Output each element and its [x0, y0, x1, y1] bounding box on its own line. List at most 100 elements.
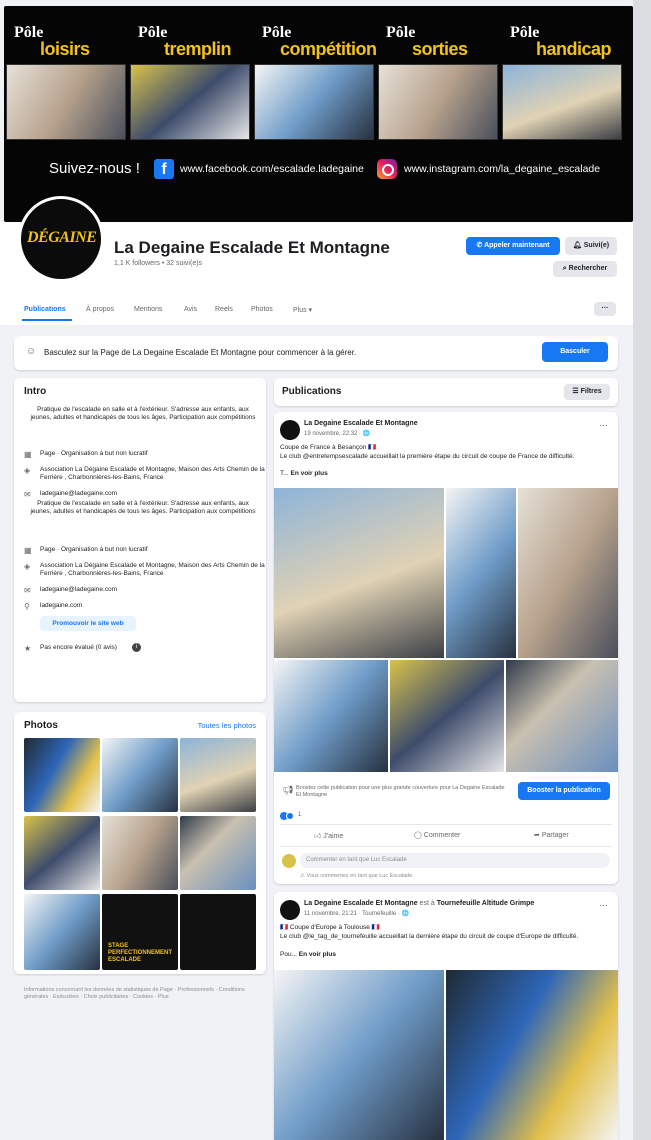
post-line-2: Le club @entretempsescalade accueillait … [280, 453, 575, 460]
email-text: ladegaine@ladegaine.com [40, 490, 118, 497]
flag-icon: ▦ [24, 450, 32, 459]
post-date[interactable]: 19 novembre, 22:32 · 🌐 [304, 430, 370, 437]
boost-button[interactable]: Booster la publication [518, 782, 610, 800]
photos-card: Photos Toutes les photos STAGE PERFECTIO… [14, 712, 266, 974]
link-icon: ⚲ [24, 602, 30, 611]
photo-thumbnail[interactable] [180, 816, 256, 890]
cover-photo[interactable]: Pôle loisirs Pôle tremplin Pôle compétition… [4, 6, 633, 222]
post-card: La Degaine Escalade Et Montagne est à To… [274, 892, 618, 1140]
instagram-icon [377, 159, 397, 179]
share-icon: ➦ [534, 832, 542, 839]
photo-thumbnail[interactable] [24, 816, 100, 890]
post-photo[interactable] [390, 660, 504, 772]
commenter-warning: ⚠ Vous commentez en tant que Luc Escalad… [300, 873, 414, 879]
avatar[interactable]: DÉGAINE [18, 196, 104, 282]
switch-icon: ☺ [26, 346, 37, 357]
tab-mentions[interactable]: Mentions [134, 306, 162, 313]
pole-competition: Pôle compétition [254, 18, 377, 140]
stage-caption: STAGE PERFECTIONNEMENT ESCALADE [108, 943, 173, 963]
post-menu-icon[interactable]: ··· [599, 420, 608, 430]
post-photo[interactable] [446, 970, 618, 1140]
pole-photo [502, 64, 622, 140]
tab-reviews[interactable]: Avis [184, 306, 197, 313]
comment-button[interactable]: ◯ Commenter [414, 831, 460, 839]
tab-publications[interactable]: Publications [24, 306, 66, 313]
call-button[interactable]: ✆ Appeler maintenant [466, 237, 560, 255]
pole-name: sorties [412, 39, 468, 59]
post-date[interactable]: 11 novembre, 21:21 · Tournefeuille · 🌐 [304, 910, 409, 917]
switch-button[interactable]: Basculer [542, 342, 608, 362]
pole-handicap: Pôle handicap [502, 18, 622, 140]
post-place[interactable]: Tournefeuille Altitude Grimpe [437, 900, 535, 907]
address-text: Association La Dégaine Escalade et Monta… [40, 466, 265, 482]
post-photo[interactable] [274, 488, 444, 658]
post-avatar[interactable] [280, 900, 300, 920]
photo-thumbnail[interactable]: STAGE PERFECTIONNEMENT ESCALADE [102, 894, 178, 970]
page-stats[interactable]: 1,1 K followers • 32 suivi(e)s [114, 260, 202, 267]
post-truncated: Pou... [280, 951, 297, 958]
photo-thumbnail[interactable] [24, 738, 100, 812]
like-button[interactable]: 👍︎ J'aime [314, 831, 343, 840]
tab-photos[interactable]: Photos [251, 306, 273, 313]
post-photo[interactable] [518, 488, 618, 658]
reactions[interactable] [280, 812, 296, 820]
tab-reels[interactable]: Reels [215, 306, 233, 313]
all-photos-link[interactable]: Toutes les photos [198, 721, 256, 730]
post-photo[interactable] [274, 970, 444, 1140]
photo-thumbnail[interactable] [180, 738, 256, 812]
like-label: J'aime [323, 833, 344, 840]
photo-thumbnail[interactable] [180, 894, 256, 970]
post-menu-icon[interactable]: ··· [599, 900, 608, 910]
post-truncated: T... [280, 470, 289, 477]
commenter-avatar[interactable] [282, 854, 296, 868]
search-button[interactable]: ⌕ Rechercher [553, 261, 617, 277]
filters-button[interactable]: ☰ Filtres [564, 384, 610, 400]
mail-icon: ✉ [24, 586, 31, 595]
post-avatar[interactable] [280, 420, 300, 440]
photo-thumbnail[interactable] [102, 816, 178, 890]
reaction-count[interactable]: 1 [298, 812, 301, 818]
page-tabs: Publications À propos Mentions Avis Reel… [18, 300, 618, 324]
address-text: Association La Dégaine Escalade et Monta… [40, 562, 265, 578]
comment-input[interactable]: Commenter en tant que Luc Escalade [300, 853, 610, 868]
footer-links[interactable]: Informations concernant les données de s… [24, 987, 254, 1002]
tab-more[interactable]: Plus ▾ [293, 306, 312, 314]
photo-thumbnail[interactable] [24, 894, 100, 970]
star-icon: ★ [24, 644, 32, 653]
photo-thumbnail[interactable] [102, 738, 178, 812]
phone-icon: ✆ [476, 242, 485, 249]
post-author[interactable]: La Degaine Escalade Et Montagne [304, 420, 418, 427]
tab-about[interactable]: À propos [86, 306, 114, 313]
post-author[interactable]: La Degaine Escalade Et Montagne [304, 900, 418, 907]
megaphone-icon: 📢︎ [282, 785, 294, 795]
avatar-logo: DÉGAINE [27, 229, 97, 246]
pole-sorties: Pôle sorties [378, 18, 498, 140]
share-button[interactable]: ➦ Partager [534, 831, 569, 839]
right-gutter [633, 0, 651, 1140]
promote-website-button[interactable]: Promouvoir le site web [40, 616, 136, 631]
pole-loisirs: Pôle loisirs [6, 18, 126, 140]
see-more-link[interactable]: En voir plus [290, 470, 327, 477]
active-tab-indicator [22, 319, 72, 321]
pole-word: Pôle [386, 24, 416, 41]
pole-tremplin: Pôle tremplin [130, 18, 250, 140]
follow-label: Suivez-nous ! [49, 160, 140, 177]
pole-photo [130, 64, 250, 140]
search-label: Rechercher [568, 265, 608, 272]
pole-photo [378, 64, 498, 140]
info-icon[interactable]: i [132, 643, 141, 652]
more-options-button[interactable]: ··· [594, 302, 616, 316]
post-photo[interactable] [446, 488, 516, 658]
facebook-icon: f [154, 159, 174, 179]
comment-label: Commenter [423, 832, 461, 839]
social-links: Suivez-nous ! f www.facebook.com/escalad… [4, 154, 633, 184]
post-line-2: Le club @le_tag_de_tournefeuille accueil… [280, 933, 579, 940]
facebook-url: www.facebook.com/escalade.ladegaine [180, 163, 364, 175]
post-photo[interactable] [274, 660, 388, 772]
post-with: est à [419, 900, 435, 907]
follow-button[interactable]: 🔔︎ Suivi(e) [565, 237, 617, 255]
post-photo[interactable] [506, 660, 618, 772]
pole-photo [254, 64, 374, 140]
see-more-link[interactable]: En voir plus [299, 951, 336, 958]
post-line-1: 🇫🇷 Coupe d'Europe à Toulouse 🇫🇷 [280, 924, 380, 931]
